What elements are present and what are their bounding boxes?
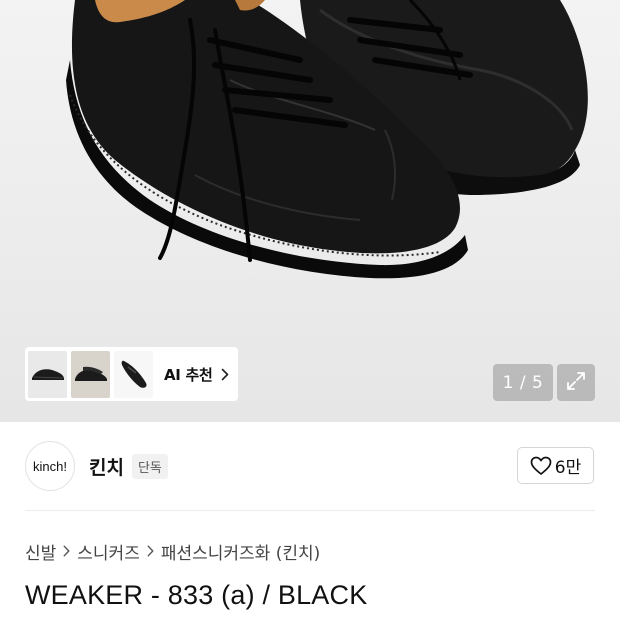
breadcrumb-item-sneakers[interactable]: 스니커즈	[77, 539, 140, 564]
chevron-right-icon	[147, 545, 154, 557]
chevron-right-icon	[63, 545, 70, 557]
like-button[interactable]: 6만	[517, 447, 594, 484]
expand-button[interactable]	[557, 364, 595, 401]
exclusive-badge: 단독	[131, 453, 168, 479]
brand-name[interactable]: 킨치	[89, 453, 124, 480]
heart-icon	[530, 456, 552, 476]
shoe-thumbnail-3[interactable]	[114, 350, 153, 398]
divider	[25, 510, 595, 511]
breadcrumb: 신발 스니커즈 패션스니커즈화 (킨치)	[25, 539, 320, 564]
ai-recommend-label[interactable]: AI 추천	[164, 364, 213, 385]
breadcrumb-item-shoes[interactable]: 신발	[25, 539, 56, 564]
image-counter: 1 / 5	[493, 364, 553, 401]
like-count: 6만	[554, 458, 582, 478]
shoe-thumbnail-1[interactable]	[28, 350, 67, 398]
chevron-right-icon	[221, 368, 229, 381]
product-title: WEAKER - 833 (a) / BLACK	[25, 580, 368, 610]
brand-logo[interactable]: kinch!	[25, 441, 75, 491]
product-image-carousel[interactable]: AI 추천 1 / 5	[0, 0, 620, 422]
shoe-thumbnail-2[interactable]	[71, 350, 110, 398]
breadcrumb-item-fashion-sneakers[interactable]: 패션스니커즈화 (킨치)	[161, 539, 320, 564]
expand-icon	[565, 370, 587, 396]
brand-row: kinch! 킨치 단독 6만	[25, 440, 595, 492]
ai-recommend-strip[interactable]: AI 추천	[25, 347, 238, 401]
